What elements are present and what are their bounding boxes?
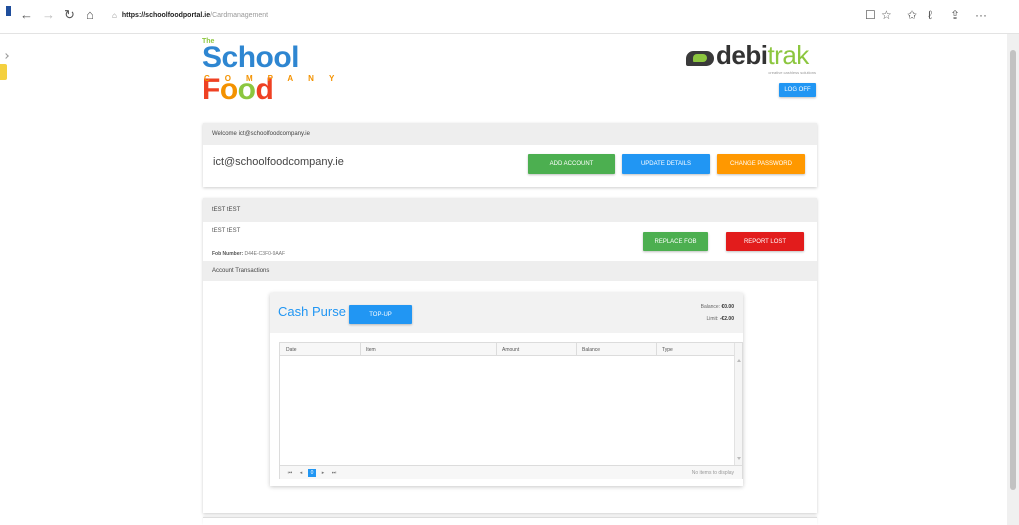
debitrak-wordmark: debitrak xyxy=(716,40,809,70)
prev-page-icon[interactable]: ◂ xyxy=(297,469,305,477)
limit-line: Limit: -€2.00 xyxy=(706,316,734,322)
browser-toolbar: ← → ↻ ⌂ ⌂ https://schoolfoodportal.ie /C… xyxy=(0,0,1019,34)
report-lost-button[interactable]: REPORT LOST xyxy=(726,232,804,251)
transactions-grid: Date Item Amount Balance Type ⏮ ◂ 0 ▸ ⏭ xyxy=(279,342,743,479)
favorites-icon[interactable]: ✩ xyxy=(907,8,917,22)
current-page[interactable]: 0 xyxy=(308,469,316,477)
more-icon[interactable]: ··· xyxy=(975,8,987,22)
grid-pager: ⏮ ◂ 0 ▸ ⏭ No items to display xyxy=(280,465,742,479)
logo-school: School xyxy=(202,41,300,74)
pen-icon[interactable]: ℓ xyxy=(928,8,932,22)
share-icon[interactable]: ⇪ xyxy=(950,8,960,22)
balance-line: Balance: €0.00 xyxy=(700,304,734,310)
welcome-panel: Welcome ict@schoolfoodcompany.ie ict@sch… xyxy=(203,123,817,187)
scroll-up-icon[interactable] xyxy=(737,359,741,362)
fob-value: D44E-C3F0-9AAF xyxy=(244,251,286,257)
grid-header: Date Item Amount Balance Type xyxy=(280,343,734,356)
scrollbar-thumb[interactable] xyxy=(1010,50,1016,490)
cash-purse-header: Cash Purse TOP-UP Balance: €0.00 Limit: … xyxy=(270,293,743,333)
grid-scrollbar[interactable] xyxy=(734,343,742,466)
column-date[interactable]: Date xyxy=(286,347,297,353)
transactions-heading: Account Transactions xyxy=(203,261,817,281)
replace-fob-button[interactable]: REPLACE FOB xyxy=(643,232,708,251)
url-host: https://schoolfoodportal.ie xyxy=(121,11,211,19)
column-item[interactable]: Item xyxy=(366,347,376,353)
reading-view-icon[interactable]: ☐ xyxy=(865,8,876,22)
forward-icon[interactable]: → xyxy=(42,8,55,22)
account-panel: tEST tEST tEST tEST Fob Number: D44E-C3F… xyxy=(203,198,817,513)
next-panel-edge xyxy=(203,517,817,525)
school-food-company-logo: The School Food COMPANY xyxy=(202,38,372,106)
debitrak-tagline: creative cashless solutions xyxy=(768,70,816,75)
refresh-icon[interactable]: ↻ xyxy=(64,8,75,22)
side-tab[interactable] xyxy=(0,64,7,80)
account-heading: tEST tEST xyxy=(203,198,817,222)
logo-company: COMPANY xyxy=(204,74,350,83)
column-balance[interactable]: Balance xyxy=(582,347,600,353)
favorite-star-icon[interactable]: ☆ xyxy=(881,8,892,22)
limit-value: -€2.00 xyxy=(719,316,734,322)
balance-value: €0.00 xyxy=(721,304,734,310)
url-path: /Cardmanagement xyxy=(210,11,269,19)
logoff-button[interactable]: LOG OFF xyxy=(779,83,816,97)
empty-message: No items to display xyxy=(691,470,734,476)
column-type[interactable]: Type xyxy=(662,347,673,353)
next-page-icon[interactable]: ▸ xyxy=(319,469,327,477)
change-password-button[interactable]: CHANGE PASSWORD xyxy=(717,154,805,174)
back-icon[interactable]: ← xyxy=(20,8,33,22)
debitrak-logo: debitrak creative cashless solutions xyxy=(686,40,818,80)
page-scrollbar[interactable] xyxy=(1007,34,1019,525)
update-details-button[interactable]: UPDATE DETAILS xyxy=(622,154,710,174)
fob-number: Fob Number: D44E-C3F0-9AAF xyxy=(212,251,285,257)
last-page-icon[interactable]: ⏭ xyxy=(330,469,338,477)
account-name: tEST tEST xyxy=(212,228,241,234)
topup-button[interactable]: TOP-UP xyxy=(349,305,412,324)
scroll-down-icon[interactable] xyxy=(737,457,741,460)
user-email: ict@schoolfoodcompany.ie xyxy=(213,156,344,168)
debitrak-mark-icon xyxy=(686,51,714,66)
column-amount[interactable]: Amount xyxy=(502,347,519,353)
add-account-button[interactable]: ADD ACCOUNT xyxy=(528,154,615,174)
home-icon[interactable]: ⌂ xyxy=(86,8,94,22)
balance-info: Balance: €0.00 Limit: -€2.00 xyxy=(701,301,734,325)
lock-icon: ⌂ xyxy=(112,10,117,20)
tab-indicator xyxy=(6,6,11,16)
first-page-icon[interactable]: ⏮ xyxy=(286,469,294,477)
welcome-heading: Welcome ict@schoolfoodcompany.ie xyxy=(203,123,817,145)
collapse-chevron-icon[interactable] xyxy=(3,53,9,59)
address-bar[interactable]: ⌂ https://schoolfoodportal.ie /Cardmanag… xyxy=(112,6,858,24)
fob-label: Fob Number: xyxy=(212,251,244,257)
cash-purse-title: Cash Purse xyxy=(278,304,346,319)
cash-purse-card: Cash Purse TOP-UP Balance: €0.00 Limit: … xyxy=(270,293,743,486)
